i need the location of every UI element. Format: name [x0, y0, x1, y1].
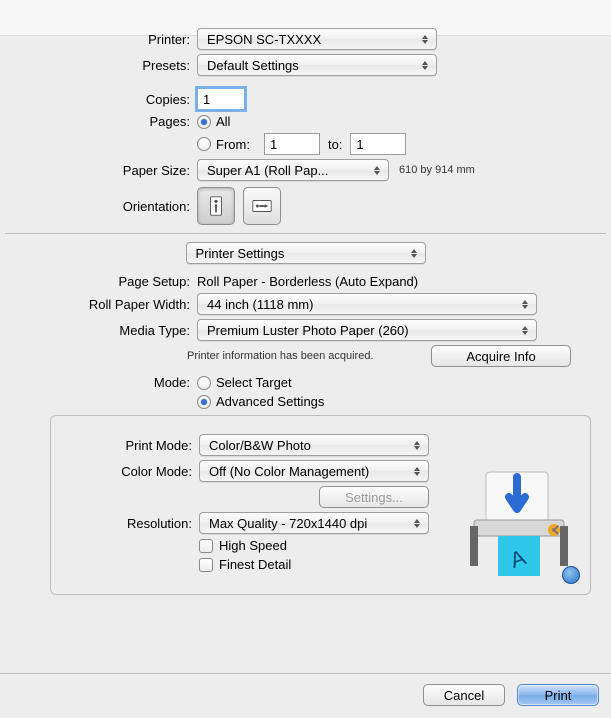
paper-size-value: Super A1 (Roll Pap...	[207, 163, 328, 178]
mode-select-target-label: Select Target	[216, 375, 292, 390]
radio-icon	[197, 137, 211, 151]
chevron-updown-icon	[370, 166, 384, 175]
orientation-portrait-button[interactable]	[197, 187, 235, 225]
high-speed-label: High Speed	[219, 538, 287, 553]
print-button[interactable]: Print	[517, 684, 599, 706]
chevron-updown-icon	[518, 326, 532, 335]
print-mode-select[interactable]: Color/B&W Photo	[199, 434, 429, 456]
paper-size-select[interactable]: Super A1 (Roll Pap...	[197, 159, 389, 181]
color-mode-label: Color Mode:	[61, 464, 199, 479]
paper-size-label: Paper Size:	[0, 163, 197, 178]
pages-to-input[interactable]	[350, 133, 406, 155]
resolution-select[interactable]: Max Quality - 720x1440 dpi	[199, 512, 429, 534]
pages-all-radio[interactable]: All	[197, 114, 230, 129]
media-type-select[interactable]: Premium Luster Photo Paper (260)	[197, 319, 537, 341]
printer-select[interactable]: EPSON SC-TXXXX	[197, 28, 437, 50]
pages-label: Pages:	[0, 114, 197, 129]
pages-from-radio[interactable]: From:	[197, 137, 250, 152]
page-setup-value: Roll Paper - Borderless (Auto Expand)	[197, 274, 418, 289]
panel-select-value: Printer Settings	[196, 246, 285, 261]
portrait-icon	[205, 195, 227, 217]
presets-select[interactable]: Default Settings	[197, 54, 437, 76]
printer-select-value: EPSON SC-TXXXX	[207, 32, 321, 47]
orientation-landscape-button[interactable]	[243, 187, 281, 225]
print-mode-label: Print Mode:	[61, 438, 199, 453]
mode-advanced-radio[interactable]: Advanced Settings	[197, 394, 324, 409]
mode-label: Mode:	[0, 375, 197, 390]
radio-icon	[197, 376, 211, 390]
print-mode-value: Color/B&W Photo	[209, 438, 311, 453]
chevron-updown-icon	[418, 61, 432, 70]
chevron-updown-icon	[518, 300, 532, 309]
printer-label: Printer:	[0, 32, 197, 47]
roll-width-value: 44 inch (1118 mm)	[207, 297, 313, 312]
pages-all-label: All	[216, 114, 230, 129]
chevron-updown-icon	[410, 519, 424, 528]
copies-input[interactable]	[197, 88, 245, 110]
pages-from-label: From:	[216, 137, 250, 152]
advanced-settings-group: Print Mode: Color/B&W Photo Color Mode: …	[50, 415, 591, 595]
paper-size-dims: 610 by 914 mm	[399, 164, 475, 176]
resolution-value: Max Quality - 720x1440 dpi	[209, 516, 367, 531]
chevron-updown-icon	[418, 35, 432, 44]
high-speed-checkbox[interactable]: High Speed	[199, 538, 287, 553]
status-badge-icon	[562, 566, 580, 584]
pages-to-label: to:	[328, 137, 342, 152]
radio-icon	[197, 115, 211, 129]
resolution-label: Resolution:	[61, 516, 199, 531]
color-mode-value: Off (No Color Management)	[209, 464, 369, 479]
color-mode-select[interactable]: Off (No Color Management)	[199, 460, 429, 482]
media-type-label: Media Type:	[0, 323, 197, 338]
checkbox-icon	[199, 539, 213, 553]
chevron-updown-icon	[410, 441, 424, 450]
mode-advanced-label: Advanced Settings	[216, 394, 324, 409]
acquire-info-button[interactable]: Acquire Info	[431, 345, 571, 367]
media-type-value: Premium Luster Photo Paper (260)	[207, 323, 409, 338]
mode-select-target-radio[interactable]: Select Target	[197, 375, 292, 390]
finest-detail-checkbox[interactable]: Finest Detail	[199, 557, 291, 572]
printer-illustration: A	[468, 462, 578, 582]
cancel-button[interactable]: Cancel	[423, 684, 505, 706]
checkbox-icon	[199, 558, 213, 572]
printer-info-text: Printer information has been acquired.	[187, 350, 374, 362]
color-settings-button[interactable]: Settings...	[319, 486, 429, 508]
finest-detail-label: Finest Detail	[219, 557, 291, 572]
landscape-icon	[251, 195, 273, 217]
printer-icon: A	[468, 462, 578, 582]
dialog-footer: Cancel Print	[0, 673, 611, 718]
orientation-label: Orientation:	[0, 199, 197, 214]
pages-from-input[interactable]	[264, 133, 320, 155]
radio-icon	[197, 395, 211, 409]
chevron-updown-icon	[410, 467, 424, 476]
panel-select[interactable]: Printer Settings	[186, 242, 426, 264]
roll-width-label: Roll Paper Width:	[0, 297, 197, 312]
roll-width-select[interactable]: 44 inch (1118 mm)	[197, 293, 537, 315]
presets-label: Presets:	[0, 58, 197, 73]
presets-select-value: Default Settings	[207, 58, 299, 73]
page-setup-label: Page Setup:	[0, 274, 197, 289]
chevron-updown-icon	[407, 249, 421, 258]
copies-label: Copies:	[0, 92, 197, 107]
